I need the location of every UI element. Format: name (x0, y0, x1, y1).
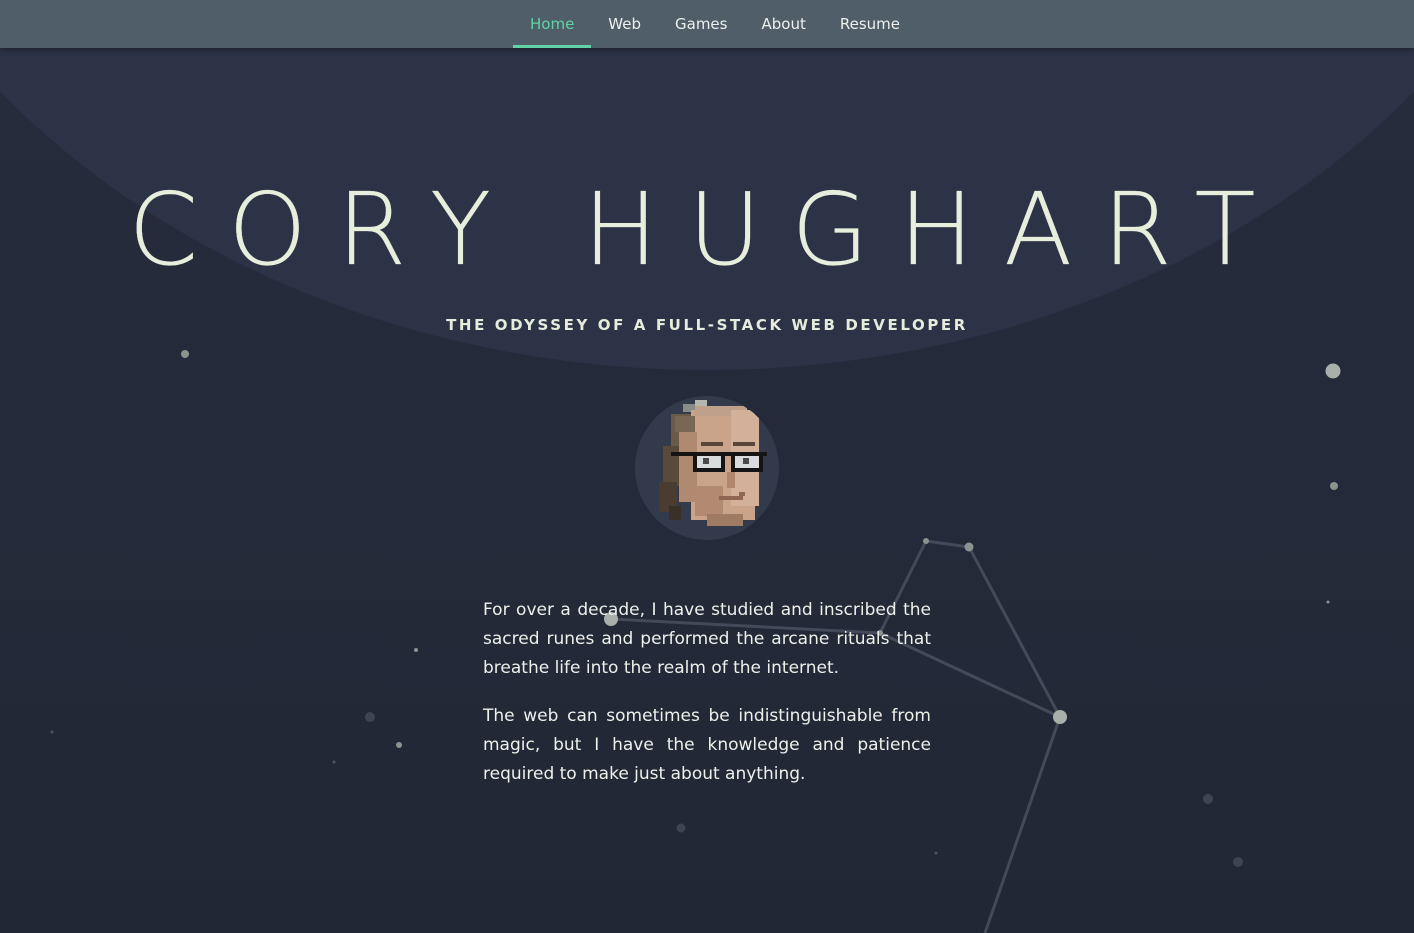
star (1233, 857, 1243, 867)
nav-menu: Home Web Games About Resume (513, 0, 917, 48)
nav-web-link[interactable]: Web (591, 0, 658, 48)
nav-resume-link[interactable]: Resume (823, 0, 917, 48)
star (332, 760, 336, 764)
nav-home-link[interactable]: Home (513, 0, 592, 48)
top-navbar: Home Web Games About Resume (0, 0, 1414, 48)
star (1325, 363, 1341, 379)
avatar (635, 396, 779, 540)
page-title: CORY HUGHART (128, 171, 1286, 288)
page-subtitle: THE ODYSSEY OF A FULL-STACK WEB DEVELOPE… (446, 316, 968, 334)
star (923, 538, 929, 544)
star (414, 648, 418, 652)
star (964, 542, 974, 552)
star (1203, 794, 1213, 804)
star (50, 730, 54, 734)
nav-about-link[interactable]: About (744, 0, 822, 48)
pixel-art-portrait-icon (659, 400, 767, 526)
bio-paragraph: For over a decade, I have studied and in… (483, 600, 931, 678)
page: Home Web Games About Resume CORY HUGHART… (0, 0, 1414, 933)
star (365, 712, 375, 722)
bio-paragraph: The web can sometimes be indistinguishab… (483, 706, 931, 784)
bio-section: For over a decade, I have studied and in… (483, 596, 931, 808)
star (1326, 600, 1330, 604)
nav-games-link[interactable]: Games (658, 0, 744, 48)
star (934, 851, 938, 855)
star (1330, 482, 1338, 490)
star (181, 350, 189, 358)
star (1053, 710, 1067, 724)
star (396, 742, 402, 748)
star (676, 823, 686, 833)
